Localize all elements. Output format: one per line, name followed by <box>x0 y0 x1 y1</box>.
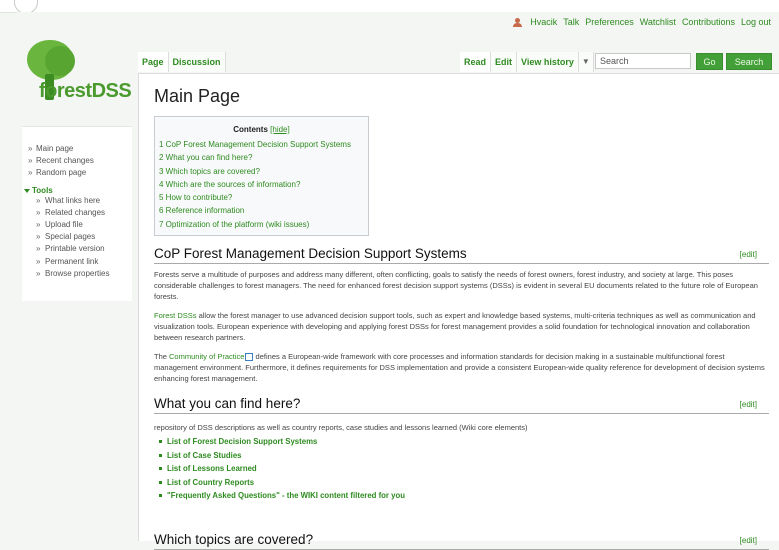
talk-link[interactable]: Talk <box>563 17 579 27</box>
toc-title-text: Contents <box>233 125 268 134</box>
site-logo[interactable]: forestDSS <box>25 40 140 110</box>
search-button[interactable]: Search <box>726 53 772 70</box>
tab-page[interactable]: Page <box>138 52 169 72</box>
paragraph-text: The <box>154 352 170 361</box>
sidebar-item-recent-changes[interactable]: Recent changes <box>22 155 132 167</box>
sidebar-item-what-links-here[interactable]: What links here <box>22 195 132 207</box>
section-heading-what: What you can find here? [edit] <box>154 396 769 414</box>
section-heading-text: CoP Forest Management Decision Support S… <box>154 246 467 261</box>
sidebar: Main page Recent changes Random page Too… <box>22 126 132 301</box>
toc-item[interactable]: 7 Optimization of the platform (wiki iss… <box>159 218 368 231</box>
tools-list: What links here Related changes Upload f… <box>22 195 132 281</box>
logout-link[interactable]: Log out <box>741 17 771 27</box>
tab-read[interactable]: Read <box>460 52 492 72</box>
search-input[interactable]: Search <box>595 53 691 69</box>
sidebar-item-special-pages[interactable]: Special pages <box>22 231 132 243</box>
personal-tools: Hvacik Talk Preferences Watchlist Contri… <box>513 17 771 27</box>
paragraph: Forest DSSs allow the forest manager to … <box>154 310 766 344</box>
sidebar-item-permanent-link[interactable]: Permanent link <box>22 256 132 268</box>
toc-item[interactable]: 1 CoP Forest Management Decision Support… <box>159 138 368 151</box>
tree-logo-canopy <box>45 46 75 76</box>
edit-link[interactable]: [edit] <box>740 250 757 259</box>
logo-text: forestDSS <box>39 80 132 102</box>
paragraph: repository of DSS descriptions as well a… <box>154 423 528 432</box>
sidebar-item-random-page[interactable]: Random page <box>22 167 132 179</box>
paragraph: Forests serve a multitude of purposes an… <box>154 270 758 302</box>
list-item[interactable]: "Frequently Asked Questions" - the WIKI … <box>159 489 405 503</box>
paragraph-text: allow the forest manager to use advanced… <box>154 311 756 343</box>
namespace-tabs: Page Discussion <box>138 52 226 72</box>
watchlist-link[interactable]: Watchlist <box>640 17 676 27</box>
collapse-triangle-icon <box>24 188 30 193</box>
contributions-link[interactable]: Contributions <box>682 17 735 27</box>
tab-discussion[interactable]: Discussion <box>168 52 226 72</box>
tools-label: Tools <box>32 185 53 195</box>
toc-item[interactable]: 5 How to contribute? <box>159 191 368 204</box>
edit-link[interactable]: [edit] <box>740 400 757 409</box>
tab-view-history[interactable]: View history <box>517 52 579 72</box>
toc-item[interactable]: 6 Reference information <box>159 204 368 217</box>
view-tabs: Read Edit View history ▼ <box>460 52 594 72</box>
list-item[interactable]: List of Country Reports <box>159 476 405 490</box>
go-button[interactable]: Go <box>696 53 723 70</box>
edit-link[interactable]: [edit] <box>740 536 757 545</box>
sidebar-item-main-page[interactable]: Main page <box>22 143 132 155</box>
preferences-link[interactable]: Preferences <box>585 17 634 27</box>
tab-edit[interactable]: Edit <box>491 52 518 72</box>
toc-hide-link[interactable]: [hide] <box>270 125 290 134</box>
toc-item[interactable]: 2 What you can find here? <box>159 151 368 164</box>
navigation-list: Main page Recent changes Random page <box>22 127 132 180</box>
forest-dss-link[interactable]: Forest DSSs <box>154 311 197 320</box>
tools-heading[interactable]: Tools <box>22 180 132 195</box>
paragraph: The Community of Practice defines a Euro… <box>154 351 766 385</box>
sidebar-item-printable-version[interactable]: Printable version <box>22 243 132 255</box>
user-icon <box>513 17 523 27</box>
core-elements-list: List of Forest Decision Support Systems … <box>159 435 405 503</box>
sidebar-item-related-changes[interactable]: Related changes <box>22 207 132 219</box>
toc-item[interactable]: 3 Which topics are covered? <box>159 165 368 178</box>
community-of-practice-link[interactable]: Community of Practice <box>169 352 244 361</box>
list-item[interactable]: List of Lessons Learned <box>159 462 405 476</box>
list-item[interactable]: List of Case Studies <box>159 449 405 463</box>
sidebar-item-browse-properties[interactable]: Browse properties <box>22 268 132 280</box>
toc-title: Contents [hide] <box>155 125 368 134</box>
more-dropdown-icon[interactable]: ▼ <box>578 52 594 72</box>
page-title: Main Page <box>154 86 241 106</box>
toc-item[interactable]: 4 Which are the sources of information? <box>159 178 368 191</box>
table-of-contents: Contents [hide] 1 CoP Forest Management … <box>154 116 369 236</box>
section-heading-topics: Which topics are covered? [edit] <box>154 532 769 550</box>
section-heading-text: What you can find here? <box>154 396 301 411</box>
list-item[interactable]: List of Forest Decision Support Systems <box>159 435 405 449</box>
main-content: Main Page Contents [hide] 1 CoP Forest M… <box>138 73 779 550</box>
user-link[interactable]: Hvacik <box>530 17 557 27</box>
section-heading-cop: CoP Forest Management Decision Support S… <box>154 246 769 264</box>
sidebar-item-upload-file[interactable]: Upload file <box>22 219 132 231</box>
